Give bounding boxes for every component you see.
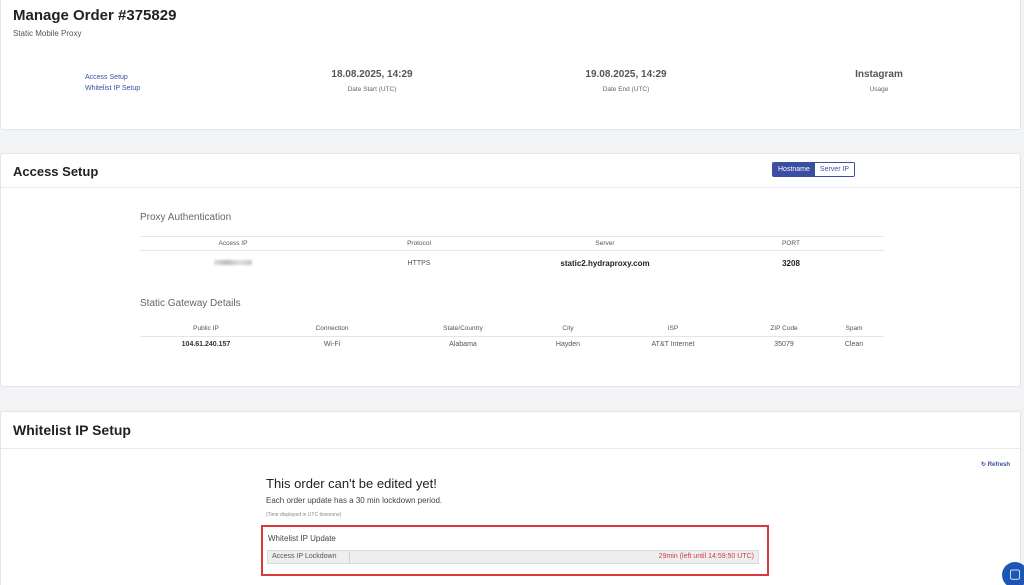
refresh-label: Refresh bbox=[987, 462, 1011, 468]
lockdown-label: Access IP Lockdown bbox=[268, 551, 350, 563]
access-setup-title: Access Setup bbox=[13, 164, 99, 179]
date-end-value: 19.08.2025, 14:29 bbox=[585, 69, 667, 80]
table-row: HTTPS static2.hydraproxy.com 3208 bbox=[140, 251, 884, 277]
whitelist-setup-link[interactable]: Whitelist IP Setup bbox=[85, 85, 140, 92]
gateway-header: ISP bbox=[602, 322, 744, 337]
whitelist-title: Whitelist IP Setup bbox=[13, 422, 131, 438]
date-start-value: 18.08.2025, 14:29 bbox=[331, 69, 413, 80]
access-setup-card: Access Setup Hostname Server IP Proxy Au… bbox=[0, 153, 1021, 387]
isp-cell: AT&T Internet bbox=[651, 340, 695, 348]
view-toggle: Hostname Server IP bbox=[772, 162, 856, 177]
date-start-label: Date Start (UTC) bbox=[347, 86, 397, 93]
proxy-auth-title: Proxy Authentication bbox=[140, 212, 232, 223]
auth-header: Server bbox=[512, 236, 698, 251]
auth-header: Access IP bbox=[140, 236, 326, 251]
usage-label: Usage bbox=[869, 86, 889, 93]
date-end-stat: 19.08.2025, 14:29 Date End (UTC) bbox=[551, 69, 701, 93]
public-ip-cell: 104.61.240.157 bbox=[181, 340, 231, 348]
whitelist-update-title: Whitelist IP Update bbox=[268, 534, 336, 543]
highlight-box: Whitelist IP Update Access IP Lockdown 2… bbox=[261, 525, 769, 576]
protocol-cell: HTTPS bbox=[407, 260, 431, 268]
proxy-auth-table: Access IP Protocol Server PORT HTTPS sta… bbox=[140, 236, 884, 277]
table-row: 104.61.240.157 Wi-Fi Alabama Hayden AT&T… bbox=[140, 336, 884, 352]
warning-title: This order can't be edited yet! bbox=[266, 476, 437, 491]
gateway-header: State/Country bbox=[392, 322, 534, 337]
gateway-header: ZIP Code bbox=[744, 322, 824, 337]
access-setup-link[interactable]: Access Setup bbox=[85, 74, 128, 81]
usage-stat: Instagram Usage bbox=[804, 69, 954, 93]
city-cell: Hayden bbox=[555, 340, 581, 348]
port-cell: 3208 bbox=[782, 259, 800, 269]
date-start-stat: 18.08.2025, 14:29 Date Start (UTC) bbox=[297, 69, 447, 93]
auth-header: Protocol bbox=[326, 236, 512, 251]
page-title: Manage Order #375829 bbox=[13, 7, 177, 24]
gateway-header: Spam bbox=[824, 322, 884, 337]
auth-header: PORT bbox=[698, 236, 884, 251]
page-subtitle: Static Mobile Proxy bbox=[13, 29, 82, 38]
gateway-header: Public IP bbox=[140, 322, 272, 337]
chat-icon: ▢ bbox=[1008, 566, 1022, 581]
server-ip-toggle[interactable]: Server IP bbox=[814, 163, 855, 176]
gateway-header: Connection bbox=[272, 322, 392, 337]
gateway-title: Static Gateway Details bbox=[140, 298, 241, 309]
order-card: Manage Order #375829 Static Mobile Proxy… bbox=[0, 0, 1021, 130]
warning-subtitle: Each order update has a 30 min lockdown … bbox=[266, 496, 443, 505]
gateway-table: Public IP Connection State/Country City … bbox=[140, 322, 884, 352]
chat-button[interactable]: ▢ bbox=[1002, 562, 1024, 585]
zip-cell: 35079 bbox=[774, 340, 794, 348]
hostname-toggle[interactable]: Hostname bbox=[773, 163, 815, 176]
lockdown-row: Access IP Lockdown 29min (left until 14:… bbox=[267, 550, 759, 564]
access-ip-cell bbox=[140, 251, 326, 277]
gateway-header: City bbox=[534, 322, 602, 337]
spam-cell: Clean bbox=[844, 340, 864, 348]
connection-cell: Wi-Fi bbox=[323, 340, 341, 348]
whitelist-card: Whitelist IP Setup ↻ Refresh This order … bbox=[0, 411, 1021, 585]
date-end-label: Date End (UTC) bbox=[602, 86, 650, 93]
lockdown-value: 29min (left until 14:59:50 UTC) bbox=[658, 553, 754, 560]
timezone-note: (Time displayed in UTC timezone) bbox=[266, 512, 342, 518]
access-setup-header: Access Setup Hostname Server IP bbox=[1, 154, 1020, 188]
refresh-icon: ↻ bbox=[981, 462, 987, 468]
whitelist-header: Whitelist IP Setup bbox=[1, 412, 1020, 449]
server-cell: static2.hydraproxy.com bbox=[560, 259, 650, 269]
state-cell: Alabama bbox=[449, 340, 477, 348]
refresh-button[interactable]: ↻ Refresh bbox=[981, 461, 1010, 468]
masked-ip bbox=[214, 260, 252, 266]
usage-value: Instagram bbox=[855, 69, 903, 80]
